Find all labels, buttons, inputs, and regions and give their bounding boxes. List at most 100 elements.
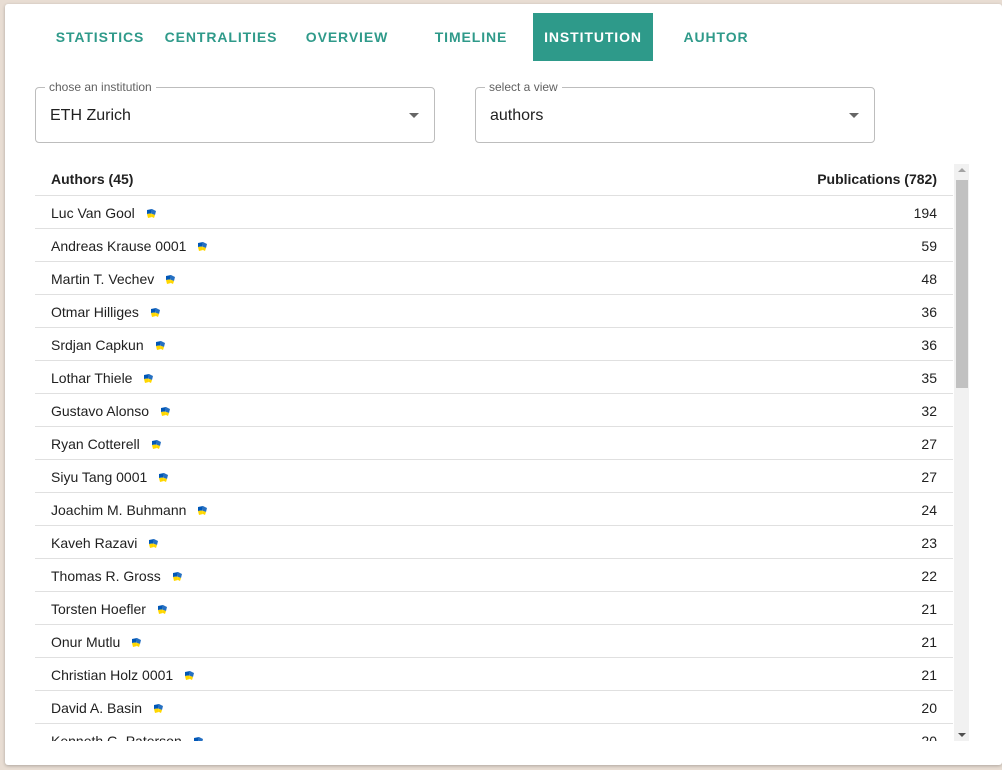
ukraine-flag-icon[interactable] (159, 472, 169, 482)
table-row[interactable]: David A. Basin 20 (35, 691, 953, 724)
table-row[interactable]: Thomas R. Gross 22 (35, 559, 953, 592)
table-row[interactable]: Onur Mutlu 21 (35, 625, 953, 658)
ukraine-flag-icon[interactable] (185, 670, 195, 680)
publication-count: 27 (921, 436, 937, 452)
authors-table: Authors (45) Publications (782) Luc Van … (35, 161, 969, 741)
publication-count: 59 (921, 238, 937, 254)
ukraine-flag-icon[interactable] (144, 373, 154, 383)
ukraine-flag-icon[interactable] (146, 208, 156, 218)
author-name-cell: Thomas R. Gross (51, 568, 182, 584)
author-name-cell: Luc Van Gool (51, 205, 156, 221)
publication-count: 21 (921, 601, 937, 617)
tab-bar: STATISTICS CENTRALITIES OVERVIEW TIMELIN… (5, 13, 1002, 61)
tab-overview[interactable]: OVERVIEW (292, 13, 402, 61)
author-name-cell: Lothar Thiele (51, 370, 154, 386)
view-select-label: select a view (485, 80, 562, 94)
ukraine-flag-icon[interactable] (161, 406, 171, 416)
author-name-cell: David A. Basin (51, 700, 164, 716)
author-name-cell: Christian Holz 0001 (51, 667, 195, 683)
publication-count: 21 (921, 634, 937, 650)
author-name[interactable]: Kenneth G. Paterson (51, 733, 182, 741)
table-row[interactable]: Andreas Krause 0001 59 (35, 229, 953, 262)
publication-count: 24 (921, 502, 937, 518)
ukraine-flag-icon[interactable] (155, 340, 165, 350)
scrollbar-thumb[interactable] (956, 180, 968, 388)
author-name[interactable]: Srdjan Capkun (51, 337, 144, 353)
author-name[interactable]: Martin T. Vechev (51, 271, 154, 287)
author-name-cell: Kaveh Razavi (51, 535, 159, 551)
publication-count: 35 (921, 370, 937, 386)
author-name-cell: Torsten Hoefler (51, 601, 167, 617)
tab-institution[interactable]: INSTITUTION (533, 13, 653, 61)
table-row[interactable]: Kenneth G. Paterson 20 (35, 724, 953, 741)
table-row[interactable]: Ryan Cotterell 27 (35, 427, 953, 460)
header-publications[interactable]: Publications (782) (817, 171, 937, 187)
caret-down-icon[interactable] (849, 113, 859, 118)
publication-count: 22 (921, 568, 937, 584)
author-name[interactable]: Luc Van Gool (51, 205, 135, 221)
publication-count: 27 (921, 469, 937, 485)
ukraine-flag-icon[interactable] (154, 703, 164, 713)
author-name[interactable]: Andreas Krause 0001 (51, 238, 186, 254)
tab-author[interactable]: AUHTOR (665, 13, 767, 61)
author-name[interactable]: Thomas R. Gross (51, 568, 161, 584)
institution-select[interactable]: chose an institution ETH Zurich (35, 80, 435, 143)
table-row[interactable]: Srdjan Capkun 36 (35, 328, 953, 361)
table-body: Luc Van Gool 194 Andreas Krause 0001 59 Mart… (35, 196, 953, 741)
publication-count: 20 (921, 700, 937, 716)
table-row[interactable]: Luc Van Gool 194 (35, 196, 953, 229)
ukraine-flag-icon[interactable] (172, 571, 182, 581)
author-name[interactable]: Otmar Hilliges (51, 304, 139, 320)
author-name[interactable]: Torsten Hoefler (51, 601, 146, 617)
ukraine-flag-icon[interactable] (157, 604, 167, 614)
header-authors[interactable]: Authors (45) (51, 171, 133, 187)
table-row[interactable]: Joachim M. Buhmann 24 (35, 493, 953, 526)
author-name[interactable]: Siyu Tang 0001 (51, 469, 147, 485)
ukraine-flag-icon[interactable] (166, 274, 176, 284)
view-select-value: authors (490, 107, 544, 124)
tab-timeline[interactable]: TIMELINE (417, 13, 525, 61)
caret-down-icon[interactable] (409, 113, 419, 118)
ukraine-flag-icon[interactable] (193, 736, 203, 741)
table-row[interactable]: Martin T. Vechev 48 (35, 262, 953, 295)
table-row[interactable]: Christian Holz 0001 21 (35, 658, 953, 691)
publication-count: 32 (921, 403, 937, 419)
author-name[interactable]: Onur Mutlu (51, 634, 120, 650)
institution-select-value: ETH Zurich (50, 107, 131, 124)
author-name[interactable]: Lothar Thiele (51, 370, 132, 386)
table-header: Authors (45) Publications (782) (35, 161, 953, 196)
table-row[interactable]: Kaveh Razavi 23 (35, 526, 953, 559)
ukraine-flag-icon[interactable] (198, 241, 208, 251)
publication-count: 36 (921, 337, 937, 353)
table-row[interactable]: Otmar Hilliges 36 (35, 295, 953, 328)
author-name[interactable]: Kaveh Razavi (51, 535, 137, 551)
table-scrollbar[interactable] (954, 164, 969, 741)
author-name[interactable]: Ryan Cotterell (51, 436, 140, 452)
author-name-cell: Andreas Krause 0001 (51, 238, 208, 254)
author-name[interactable]: Gustavo Alonso (51, 403, 149, 419)
table-row[interactable]: Torsten Hoefler 21 (35, 592, 953, 625)
table-row[interactable]: Gustavo Alonso 32 (35, 394, 953, 427)
publication-count: 194 (913, 205, 937, 221)
author-name[interactable]: Joachim M. Buhmann (51, 502, 186, 518)
ukraine-flag-icon[interactable] (149, 538, 159, 548)
author-name-cell: Joachim M. Buhmann (51, 502, 208, 518)
author-name-cell: Srdjan Capkun (51, 337, 165, 353)
tab-centralities[interactable]: CENTRALITIES (160, 13, 282, 61)
author-name[interactable]: David A. Basin (51, 700, 142, 716)
table-row[interactable]: Siyu Tang 0001 27 (35, 460, 953, 493)
ukraine-flag-icon[interactable] (150, 307, 160, 317)
table-row[interactable]: Lothar Thiele 35 (35, 361, 953, 394)
view-select[interactable]: select a view authors (475, 80, 875, 143)
ukraine-flag-icon[interactable] (151, 439, 161, 449)
author-name-cell: Onur Mutlu (51, 634, 142, 650)
author-name[interactable]: Christian Holz 0001 (51, 667, 173, 683)
scroll-up-arrow-icon[interactable] (958, 168, 966, 172)
tab-statistics[interactable]: STATISTICS (40, 13, 160, 61)
institution-select-label: chose an institution (45, 80, 156, 94)
author-name-cell: Kenneth G. Paterson (51, 733, 203, 741)
scroll-down-arrow-icon[interactable] (958, 733, 966, 737)
ukraine-flag-icon[interactable] (198, 505, 208, 515)
publication-count: 20 (921, 733, 937, 741)
ukraine-flag-icon[interactable] (132, 637, 142, 647)
